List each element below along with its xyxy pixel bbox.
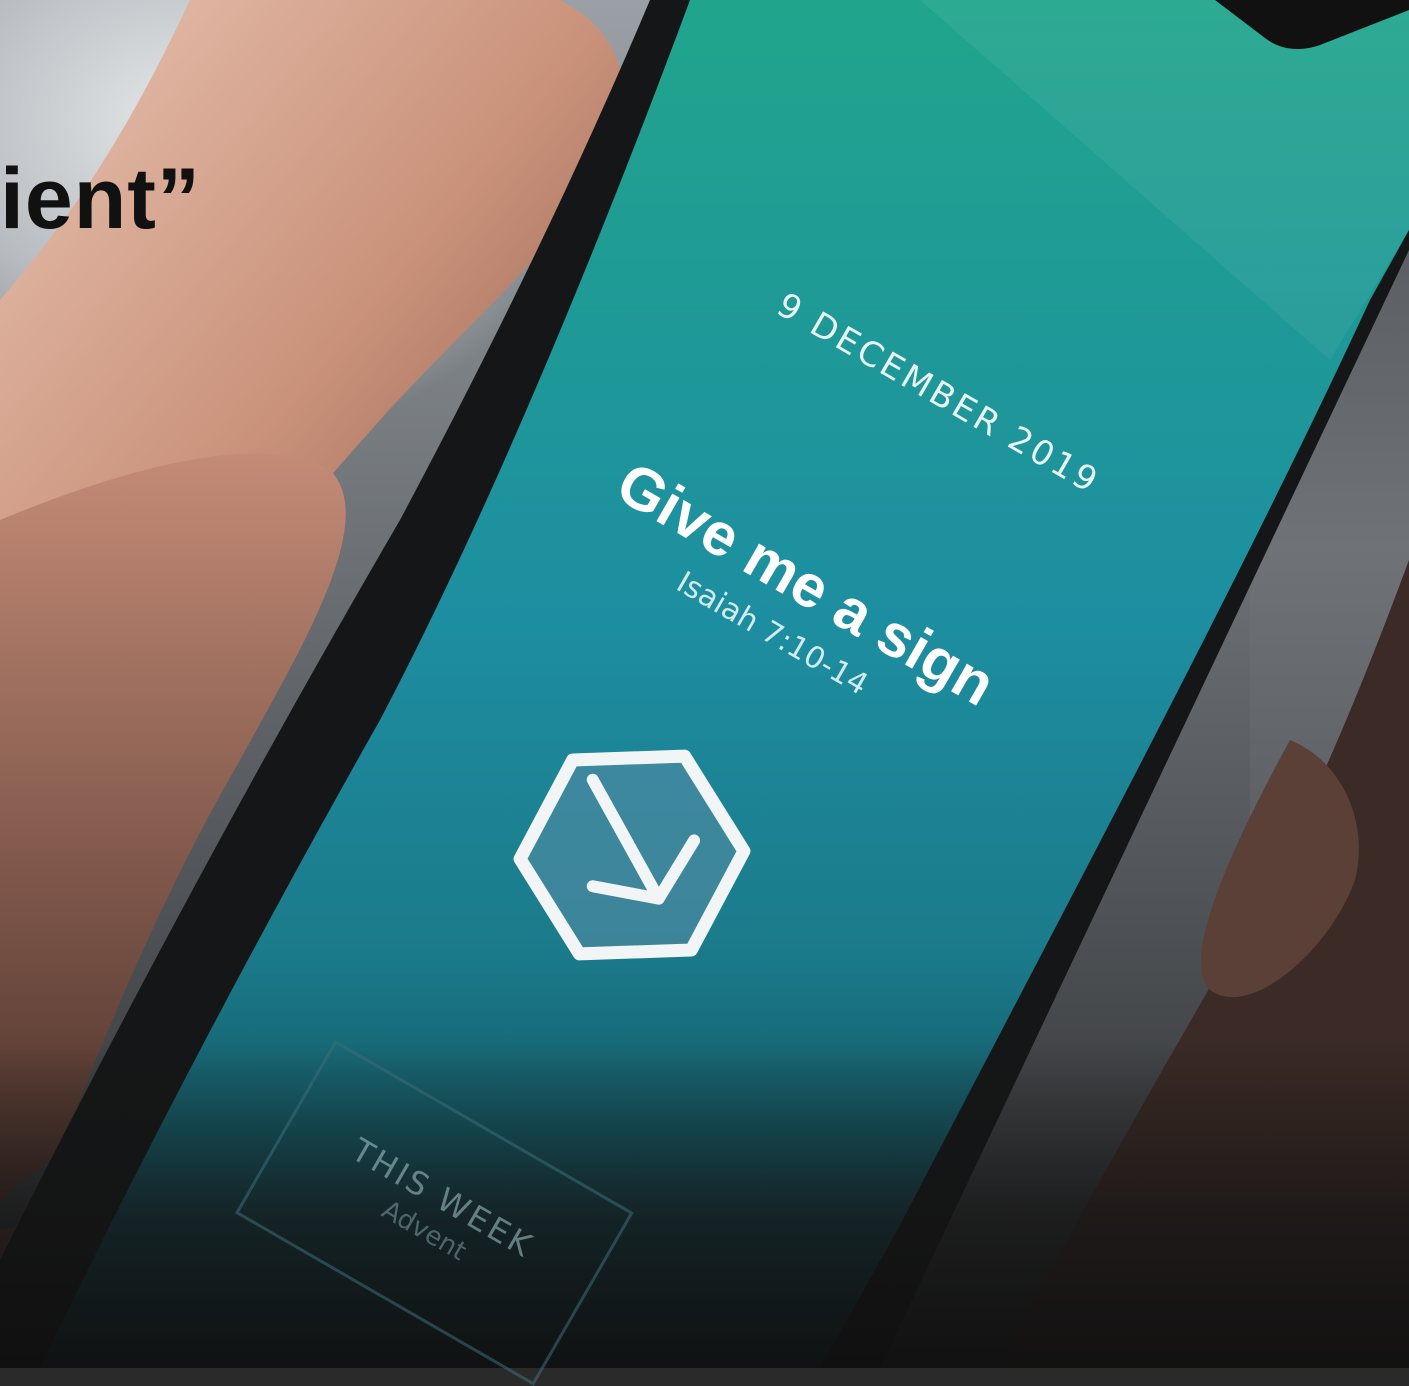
headline-text: ient” <box>0 151 201 247</box>
photo-scene <box>0 0 1409 1368</box>
bottom-shadow <box>0 1040 1409 1368</box>
